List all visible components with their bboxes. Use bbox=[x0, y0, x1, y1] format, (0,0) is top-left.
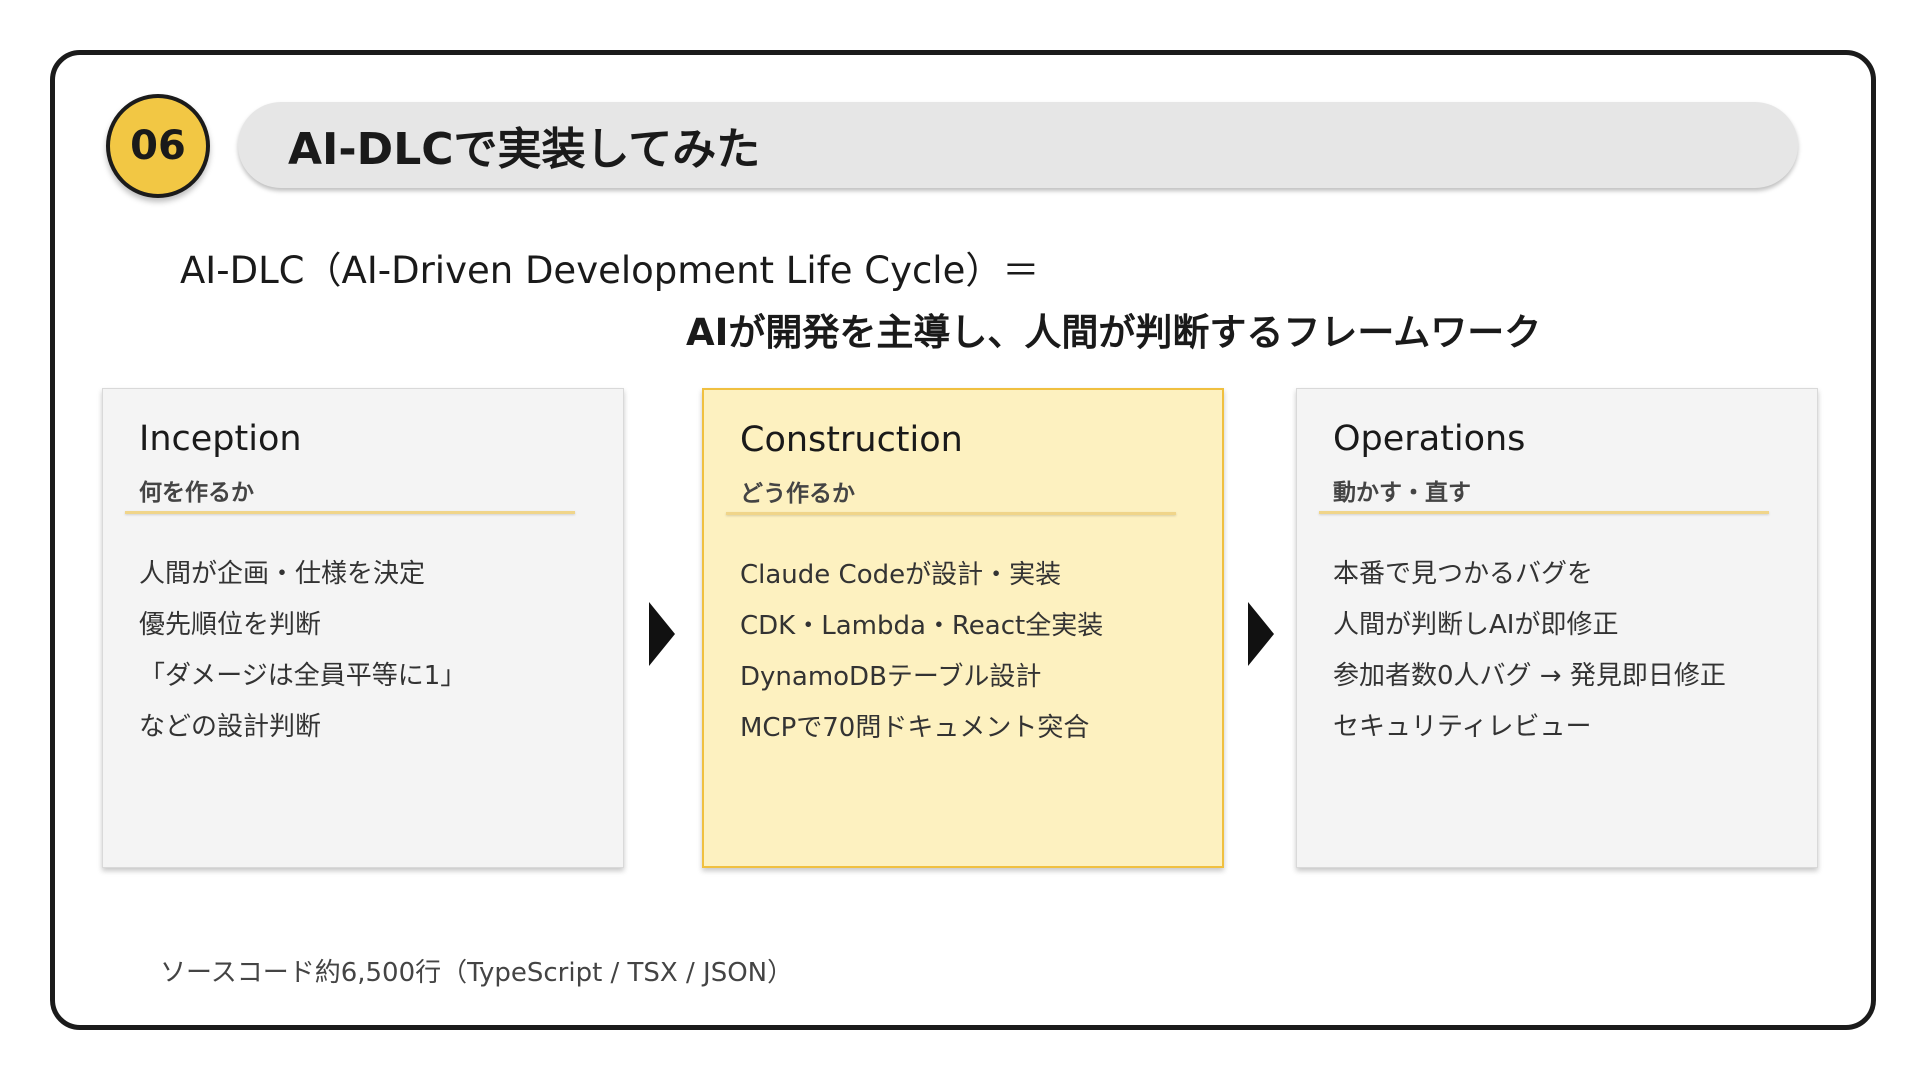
phase-divider bbox=[1319, 511, 1769, 514]
definition-line-1: AI-DLC（AI-Driven Development Life Cycle）… bbox=[180, 249, 1040, 292]
arrow-right-icon bbox=[1248, 602, 1274, 666]
phase-card-inception: Inception 何を作るか 人間が企画・仕様を決定 優先順位を判断 「ダメー… bbox=[102, 388, 624, 868]
phase-divider bbox=[726, 512, 1176, 515]
list-item: DynamoDBテーブル設計 bbox=[740, 662, 1042, 692]
phase-divider bbox=[125, 511, 575, 514]
list-item: 本番で見つかるバグを bbox=[1333, 559, 1594, 589]
phase-card-construction: Construction どう作るか Claude Codeが設計・実装 CDK… bbox=[702, 388, 1224, 868]
phase-title: Construction bbox=[740, 420, 963, 460]
list-item: 参加者数0人バグ → 発見即日修正 bbox=[1333, 661, 1726, 691]
list-item: CDK・Lambda・React全実装 bbox=[740, 611, 1104, 641]
phase-subtitle: 何を作るか bbox=[139, 480, 254, 506]
list-item: MCPで70問ドキュメント突合 bbox=[740, 713, 1090, 743]
list-item: 「ダメージは全員平等に1」 bbox=[139, 661, 467, 691]
list-item: 人間が企画・仕様を決定 bbox=[139, 559, 426, 589]
phase-item-list: 人間が企画・仕様を決定 優先順位を判断 「ダメージは全員平等に1」 などの設計判… bbox=[139, 549, 466, 753]
list-item: 優先順位を判断 bbox=[139, 610, 322, 640]
list-item: Claude Codeが設計・実装 bbox=[740, 560, 1062, 590]
phase-item-list: Claude Codeが設計・実装 CDK・Lambda・React全実装 Dy… bbox=[740, 550, 1103, 754]
title-bar: AI-DLCで実装してみた bbox=[238, 102, 1798, 188]
phase-card-operations: Operations 動かす・直す 本番で見つかるバグを 人間が判断しAIが即修… bbox=[1296, 388, 1818, 868]
definition-line-2: AIが開発を主導し、人間が判断するフレームワーク bbox=[686, 311, 1542, 354]
list-item: セキュリティレビュー bbox=[1333, 712, 1592, 742]
phase-subtitle: 動かす・直す bbox=[1333, 480, 1471, 506]
phase-subtitle: どう作るか bbox=[740, 481, 855, 507]
footer-note: ソースコード約6,500行（TypeScript / TSX / JSON） bbox=[160, 958, 794, 988]
list-item: などの設計判断 bbox=[139, 712, 322, 742]
phase-item-list: 本番で見つかるバグを 人間が判断しAIが即修正 参加者数0人バグ → 発見即日修… bbox=[1333, 549, 1726, 753]
list-item: 人間が判断しAIが即修正 bbox=[1333, 610, 1619, 640]
arrow-right-icon bbox=[649, 602, 675, 666]
phase-title: Operations bbox=[1333, 419, 1526, 459]
phase-title: Inception bbox=[139, 419, 302, 459]
page-title: AI-DLCで実装してみた bbox=[288, 124, 761, 175]
section-number-badge: 06 bbox=[106, 94, 210, 198]
